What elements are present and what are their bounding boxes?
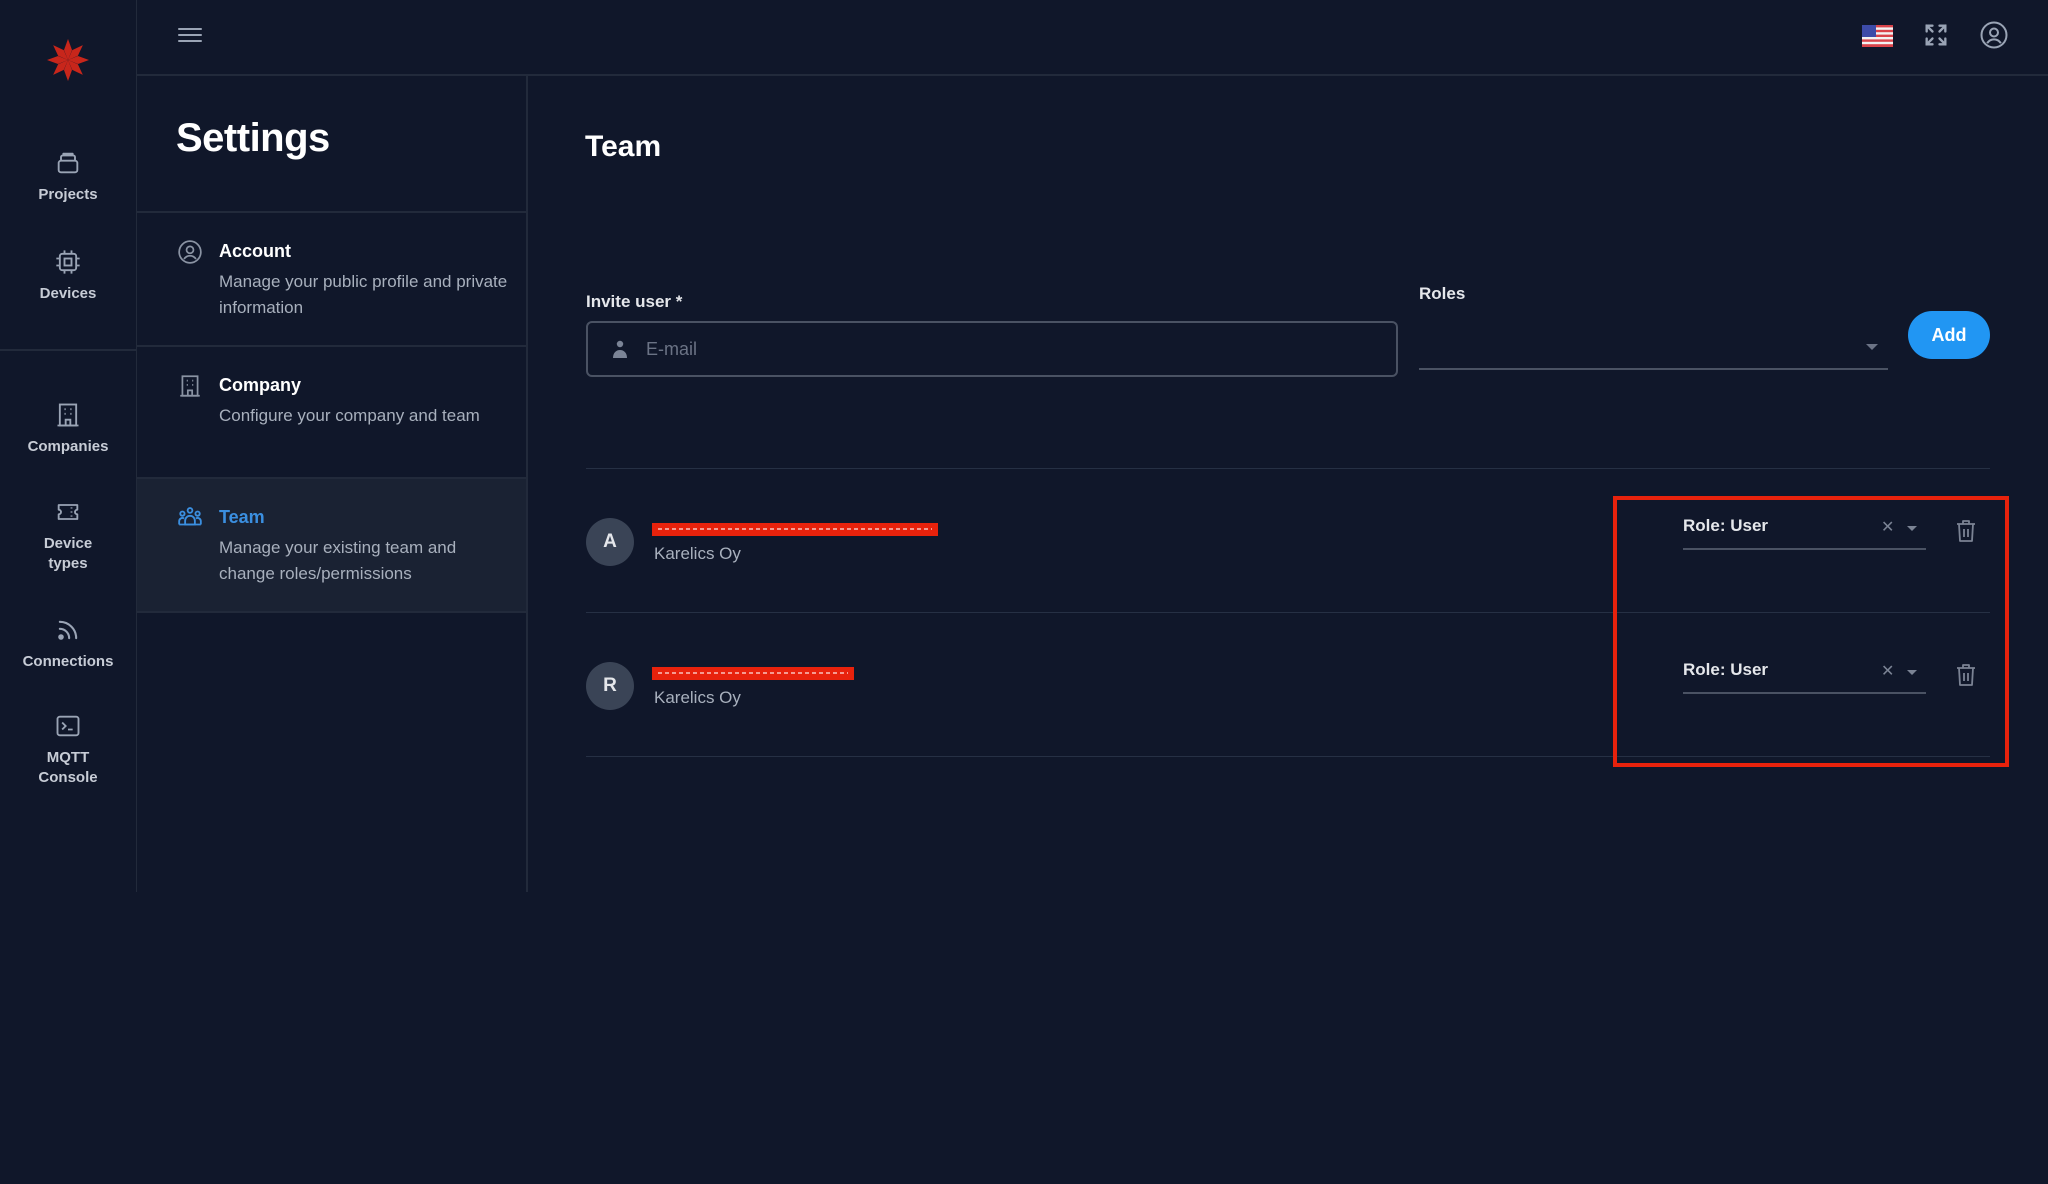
- settings-item-account[interactable]: Account Manage your public profile and p…: [137, 213, 526, 345]
- rail-item-device-types[interactable]: Device types: [0, 498, 136, 574]
- fullscreen-icon[interactable]: [1922, 21, 1950, 49]
- settings-item-title: Company: [219, 375, 302, 395]
- account-circle-icon: [178, 240, 202, 264]
- account-circle-icon[interactable]: [1979, 20, 2009, 50]
- ticket-icon: [57, 504, 79, 520]
- divider: [137, 611, 526, 613]
- avatar: A: [586, 518, 634, 566]
- hamburger-icon[interactable]: [178, 24, 202, 46]
- page-title: Team: [585, 130, 662, 163]
- rail-label: MQTT Console: [38, 749, 98, 786]
- rail-item-projects[interactable]: Projects: [0, 149, 136, 205]
- rail-label: Companies: [27, 438, 109, 455]
- rail-label: Connections: [22, 653, 114, 670]
- roles-select[interactable]: [1419, 320, 1888, 370]
- team-icon: [178, 507, 202, 526]
- rail-item-connections[interactable]: Connections: [0, 616, 136, 672]
- roles-label: Roles: [1419, 284, 1466, 303]
- add-button[interactable]: Add: [1908, 311, 1990, 359]
- invite-user-label: Invite user *: [586, 292, 683, 311]
- member-company: Karelics Oy: [654, 544, 741, 563]
- wifi-signal-icon: [58, 620, 78, 640]
- rail-item-devices[interactable]: Devices: [0, 248, 136, 304]
- settings-item-description: Manage your existing team and change rol…: [219, 538, 457, 583]
- rail-item-mqtt-console[interactable]: MQTT Console: [0, 712, 136, 788]
- person-icon: [613, 340, 627, 358]
- building-icon: [57, 403, 79, 427]
- member-company: Karelics Oy: [654, 688, 741, 707]
- top-bar: [137, 0, 2048, 76]
- rail-item-companies[interactable]: Companies: [0, 401, 136, 457]
- settings-item-description: Configure your company and team: [219, 406, 480, 425]
- redacted-email: [652, 667, 854, 680]
- email-input[interactable]: [644, 337, 1348, 361]
- settings-item-title: Team: [219, 507, 265, 527]
- us-flag-icon[interactable]: [1862, 25, 1893, 47]
- rail-label: Projects: [38, 186, 98, 203]
- avatar: R: [586, 662, 634, 710]
- divider: [586, 468, 1990, 469]
- settings-item-title: Account: [219, 241, 291, 261]
- projects-icon: [57, 152, 79, 174]
- terminal-icon: [56, 715, 80, 737]
- building-icon: [180, 375, 200, 397]
- rail-divider: [0, 349, 136, 351]
- redacted-email: [652, 523, 938, 536]
- settings-title: Settings: [176, 116, 330, 160]
- annotation-highlight-box: [1613, 496, 2009, 767]
- rail-label: Device types: [43, 535, 93, 572]
- chevron-down-icon: [1866, 344, 1878, 350]
- settings-item-description: Manage your public profile and private i…: [219, 272, 508, 317]
- rail-label: Devices: [39, 285, 97, 302]
- chip-icon: [56, 250, 80, 274]
- invite-email-field[interactable]: [586, 321, 1398, 377]
- settings-item-company[interactable]: Company Configure your company and team: [137, 347, 526, 477]
- logo-icon[interactable]: [46, 38, 90, 82]
- settings-item-team[interactable]: Team Manage your existing team and chang…: [137, 479, 526, 611]
